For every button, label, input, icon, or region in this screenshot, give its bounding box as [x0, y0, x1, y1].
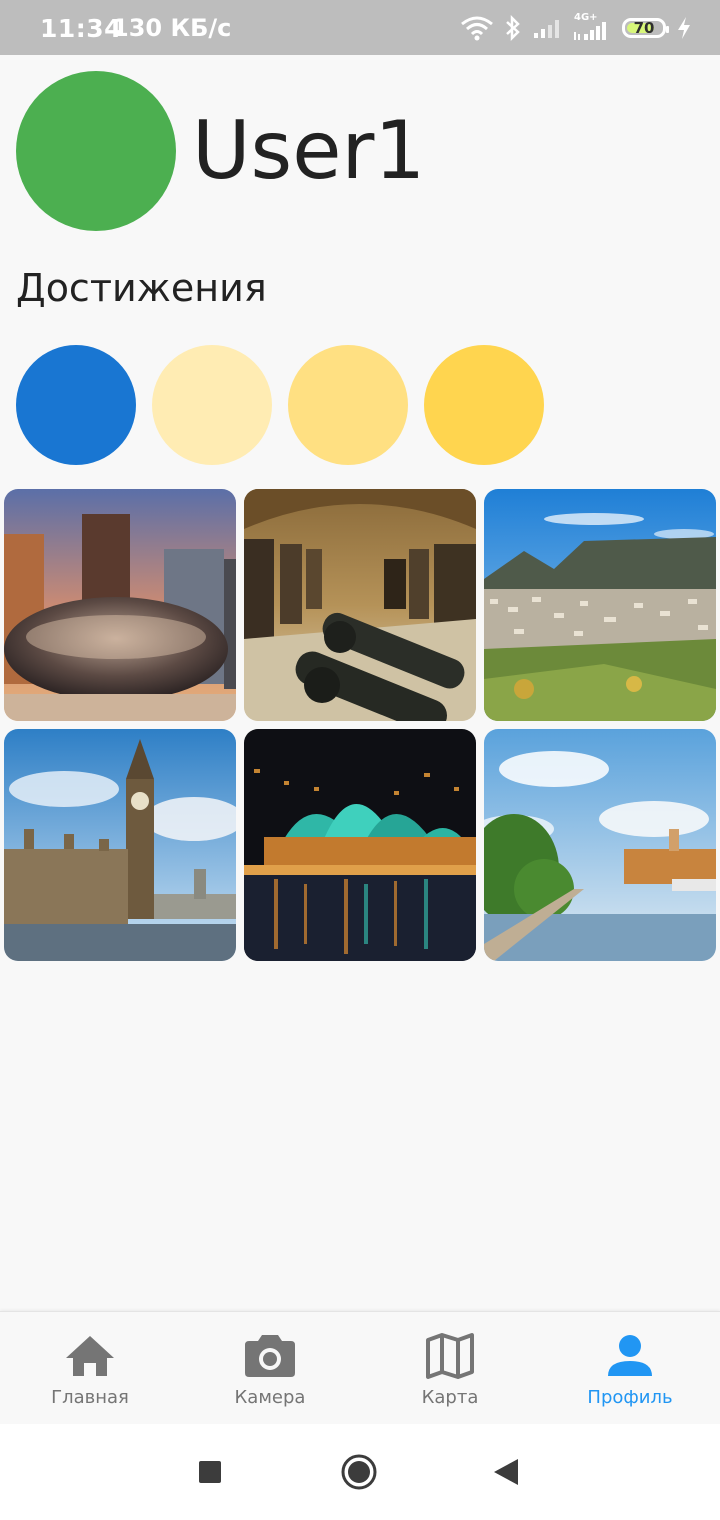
nav-label-home: Главная [51, 1387, 129, 1408]
photo-river-embankment[interactable] [484, 729, 716, 961]
nav-item-map[interactable]: Карта [360, 1312, 540, 1424]
photo-table-mountain[interactable] [484, 489, 716, 721]
achievement-badge[interactable] [16, 345, 136, 465]
charging-icon [678, 17, 690, 39]
nav-item-home[interactable]: Главная [0, 1312, 180, 1424]
photo-chicago-cloud-gate[interactable] [4, 489, 236, 721]
nav-item-profile[interactable]: Профиль [540, 1312, 720, 1424]
status-network-speed: 130 КБ/с [112, 14, 232, 42]
username: User1 [192, 104, 426, 197]
achievement-badge[interactable] [152, 345, 272, 465]
bottom-navigation: Главная Камера Карта Профиль [0, 1311, 720, 1424]
photo-grid [4, 489, 716, 961]
recents-square-icon[interactable] [199, 1461, 221, 1483]
nav-label-camera: Камера [234, 1387, 306, 1408]
photo-sydney-opera-house[interactable] [244, 729, 476, 961]
battery-icon: 70 [622, 18, 669, 38]
achievement-badge[interactable] [424, 345, 544, 465]
home-circle-icon[interactable] [341, 1454, 377, 1490]
wifi-icon [461, 16, 493, 41]
status-bar: 11:34 130 КБ/с 4G+ 70 [0, 0, 720, 55]
back-triangle-icon[interactable] [494, 1459, 518, 1485]
signal-4g-icon: 4G+ [572, 12, 612, 42]
bluetooth-icon [506, 15, 520, 41]
battery-level: 70 [633, 19, 655, 37]
status-icons: 4G+ 70 [460, 10, 692, 46]
system-navigation-bar [0, 1424, 720, 1520]
achievements-list [16, 345, 544, 465]
photo-image [484, 489, 716, 721]
photo-image [484, 729, 716, 961]
map-icon [426, 1333, 474, 1379]
photo-big-ben[interactable] [4, 729, 236, 961]
photo-image [4, 729, 236, 961]
photo-image [244, 489, 476, 721]
camera-icon [245, 1335, 295, 1377]
photo-museum-cannons-hall[interactable] [244, 489, 476, 721]
nav-label-map: Карта [421, 1387, 479, 1408]
nav-label-profile: Профиль [587, 1387, 673, 1408]
photo-image [244, 729, 476, 961]
achievements-title: Достижения [16, 266, 267, 310]
home-icon [66, 1336, 114, 1376]
signal-icon [534, 20, 559, 38]
person-icon [608, 1335, 652, 1376]
avatar[interactable] [16, 71, 176, 231]
photo-image [4, 489, 236, 721]
status-time: 11:34 [40, 14, 123, 43]
achievement-badge[interactable] [288, 345, 408, 465]
nav-item-camera[interactable]: Камера [180, 1312, 360, 1424]
